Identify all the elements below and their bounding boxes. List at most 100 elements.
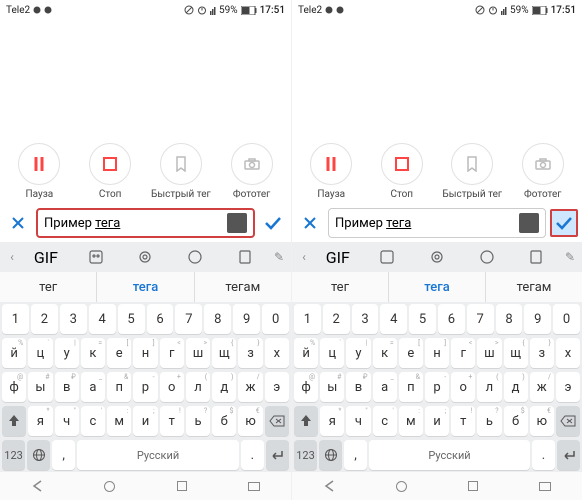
key-4[interactable]: 4 (89, 304, 116, 334)
key-а[interactable]: а_ (81, 372, 105, 402)
key-7[interactable]: 7 (467, 304, 494, 334)
back-nav-button[interactable] (31, 480, 43, 492)
key-1[interactable]: 1 (294, 304, 321, 334)
key-л[interactable]: л( (186, 372, 210, 402)
key-0[interactable]: 0 (262, 304, 289, 334)
key-5[interactable]: 5 (409, 304, 436, 334)
keyboard-nav-button[interactable] (539, 482, 551, 491)
key-9[interactable]: 9 (524, 304, 551, 334)
suggestion-1[interactable]: тег (292, 272, 388, 302)
key-123[interactable]: 123 (294, 440, 317, 470)
key-comma[interactable]: , (52, 440, 75, 470)
key-т[interactable]: т! (451, 406, 475, 436)
key-ю[interactable]: ю€ (238, 406, 262, 436)
tag-text-input[interactable]: Пример тега (36, 208, 255, 238)
clipboard-button[interactable] (221, 245, 269, 269)
settings-button[interactable] (413, 245, 461, 269)
key-9[interactable]: 9 (233, 304, 260, 334)
key-п[interactable]: п& (107, 372, 131, 402)
back-nav-button[interactable] (323, 480, 335, 492)
phototag-button[interactable]: Фототег (221, 143, 283, 200)
key-п[interactable]: п& (399, 372, 423, 402)
key-б[interactable]: б$ (504, 406, 528, 436)
key-ц[interactable]: ц` (320, 338, 344, 368)
key-enter[interactable] (557, 440, 580, 470)
key-я[interactable]: я* (28, 406, 52, 436)
key-ж[interactable]: ж/ (238, 372, 262, 402)
key-comma[interactable]: , (344, 440, 367, 470)
key-м[interactable]: м: (399, 406, 423, 436)
quicktag-button[interactable]: Быстрый тег (150, 143, 212, 200)
key-shift[interactable] (2, 406, 26, 436)
key-2[interactable]: 2 (323, 304, 350, 334)
key-7[interactable]: 7 (175, 304, 202, 334)
key-д[interactable]: д) (504, 372, 528, 402)
key-ш[interactable]: ш> (477, 338, 501, 368)
gif-button[interactable]: GIF (314, 245, 362, 269)
key-ы[interactable]: ы# (28, 372, 52, 402)
suggestion-2[interactable]: тега (388, 272, 486, 302)
confirm-tag-button[interactable] (550, 209, 578, 237)
key-backspace[interactable] (265, 406, 289, 436)
sticker-button[interactable] (72, 245, 120, 269)
key-у[interactable]: у| (346, 338, 370, 368)
quicktag-button[interactable]: Быстрый тег (441, 143, 503, 200)
pause-button[interactable]: Пауза (8, 143, 70, 200)
key-и[interactable]: и; (425, 406, 449, 436)
key-8[interactable]: 8 (496, 304, 523, 334)
stop-button[interactable]: Стоп (371, 143, 433, 200)
key-в[interactable]: в₽ (55, 372, 79, 402)
key-5[interactable]: 5 (118, 304, 145, 334)
key-и[interactable]: и; (133, 406, 157, 436)
key-123[interactable]: 123 (2, 440, 25, 470)
key-г[interactable]: г< (160, 338, 184, 368)
key-б[interactable]: б$ (212, 406, 236, 436)
key-backspace[interactable] (556, 406, 580, 436)
suggestion-1[interactable]: тег (0, 272, 96, 302)
key-щ[interactable]: щ{ (212, 338, 236, 368)
sticker-button[interactable] (364, 245, 412, 269)
key-ь[interactable]: ь? (477, 406, 501, 436)
key-я[interactable]: я* (320, 406, 344, 436)
pause-button[interactable]: Пауза (300, 143, 362, 200)
confirm-tag-button[interactable] (259, 209, 287, 237)
key-ц[interactable]: ц` (28, 338, 52, 368)
key-н[interactable]: н] (425, 338, 449, 368)
key-л[interactable]: л( (477, 372, 501, 402)
key-й[interactable]: й% (294, 338, 318, 368)
home-nav-button[interactable] (104, 481, 115, 492)
phototag-button[interactable]: Фототег (512, 143, 574, 200)
key-6[interactable]: 6 (438, 304, 465, 334)
key-period[interactable]: . (532, 440, 555, 470)
key-щ[interactable]: щ{ (504, 338, 528, 368)
suggestion-2[interactable]: тега (96, 272, 194, 302)
key-с[interactable]: с' (81, 406, 105, 436)
tag-text-input[interactable]: Пример тега (328, 208, 546, 238)
key-8[interactable]: 8 (204, 304, 231, 334)
key-х[interactable]: х (265, 338, 289, 368)
theme-button[interactable] (463, 245, 511, 269)
key-3[interactable]: 3 (352, 304, 379, 334)
suggestion-3[interactable]: тегам (486, 272, 582, 302)
key-у[interactable]: у| (55, 338, 79, 368)
key-е[interactable]: е[ (107, 338, 131, 368)
theme-button[interactable] (171, 245, 219, 269)
stop-button[interactable]: Стоп (79, 143, 141, 200)
home-nav-button[interactable] (396, 481, 407, 492)
key-ф[interactable]: ф@ (294, 372, 318, 402)
key-э[interactable]: э (556, 372, 580, 402)
key-1[interactable]: 1 (2, 304, 29, 334)
key-2[interactable]: 2 (31, 304, 58, 334)
key-6[interactable]: 6 (147, 304, 174, 334)
collapse-toolbar-button[interactable]: ‹ (4, 250, 20, 264)
key-3[interactable]: 3 (60, 304, 87, 334)
recents-nav-button[interactable] (468, 481, 478, 491)
key-ч[interactable]: ч" (346, 406, 370, 436)
key-ь[interactable]: ь? (186, 406, 210, 436)
key-ф[interactable]: ф@ (2, 372, 26, 402)
cancel-tag-button[interactable] (296, 209, 324, 237)
key-к[interactable]: к= (373, 338, 397, 368)
key-д[interactable]: д) (212, 372, 236, 402)
key-х[interactable]: х (556, 338, 580, 368)
key-ч[interactable]: ч" (55, 406, 79, 436)
